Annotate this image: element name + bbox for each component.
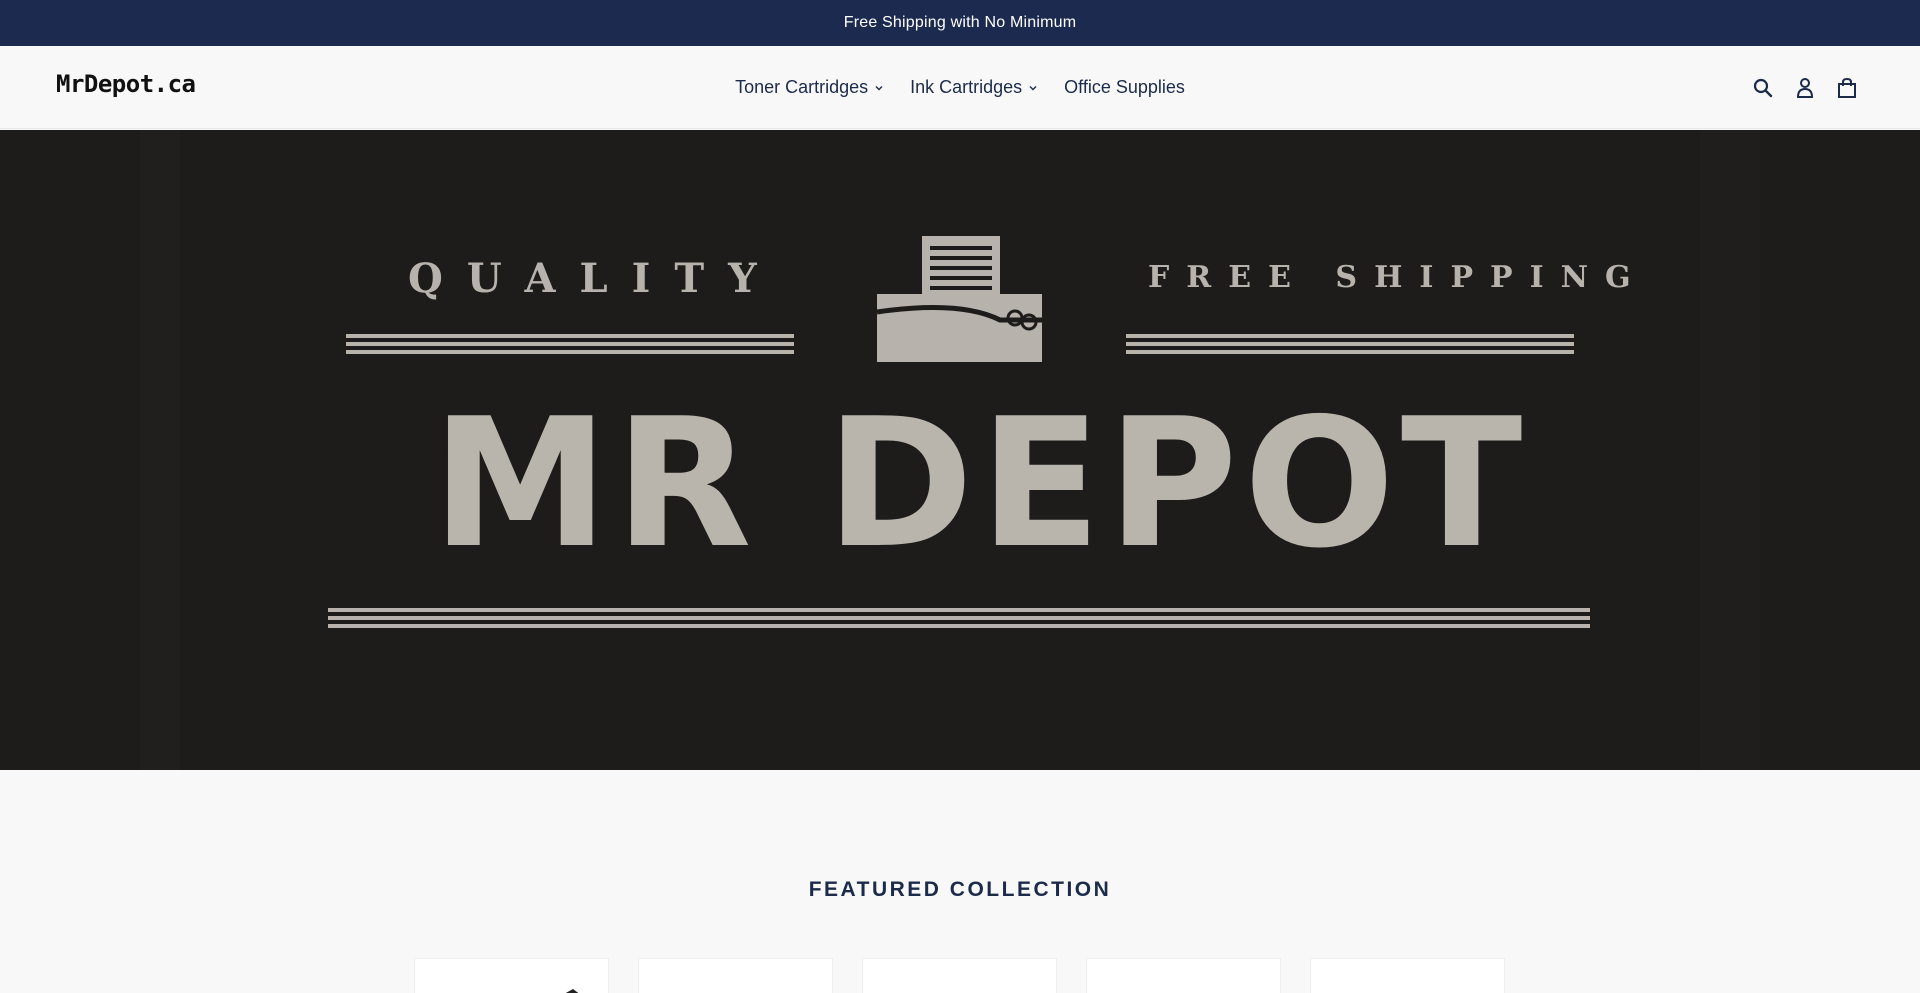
account-icon[interactable] xyxy=(1794,77,1816,99)
main-nav: Toner Cartridges Ink Cartridges Office S… xyxy=(0,46,1920,129)
hero-banner: QUALITY FREE SHIPPING MR DEPOT xyxy=(0,130,1920,770)
featured-collection-title: FEATURED COLLECTION xyxy=(808,878,1112,901)
featured-products xyxy=(414,958,1505,993)
product-card[interactable] xyxy=(1310,958,1505,993)
product-card[interactable] xyxy=(638,958,833,993)
product-card[interactable] xyxy=(1086,958,1281,993)
nav-item-label: Office Supplies xyxy=(1064,77,1185,97)
nav-item-office-supplies[interactable]: Office Supplies xyxy=(1064,77,1185,98)
product-image xyxy=(565,989,579,993)
nav-item-ink-cartridges[interactable]: Ink Cartridges xyxy=(910,77,1038,98)
search-icon[interactable] xyxy=(1752,77,1774,99)
nav-item-label: Ink Cartridges xyxy=(910,77,1023,97)
chevron-down-icon xyxy=(1029,85,1037,90)
nav-item-toner-cartridges[interactable]: Toner Cartridges xyxy=(735,77,884,98)
hero-quality-text: QUALITY xyxy=(408,255,781,302)
chevron-down-icon xyxy=(875,85,883,90)
nav-item-label: Toner Cartridges xyxy=(735,77,869,97)
header-icons xyxy=(1752,46,1858,129)
cart-icon[interactable] xyxy=(1836,77,1858,99)
site-header: MrDepot.ca Toner Cartridges Ink Cartridg… xyxy=(0,46,1920,129)
hero-shipping-text: FREE SHIPPING xyxy=(1148,260,1648,295)
announcement-bar: Free Shipping with No Minimum xyxy=(0,0,1920,46)
product-card[interactable] xyxy=(414,958,609,993)
product-card[interactable] xyxy=(862,958,1057,993)
announcement-text: Free Shipping with No Minimum xyxy=(843,14,1077,31)
hero-brand-text: MR DEPOT xyxy=(431,380,1529,587)
